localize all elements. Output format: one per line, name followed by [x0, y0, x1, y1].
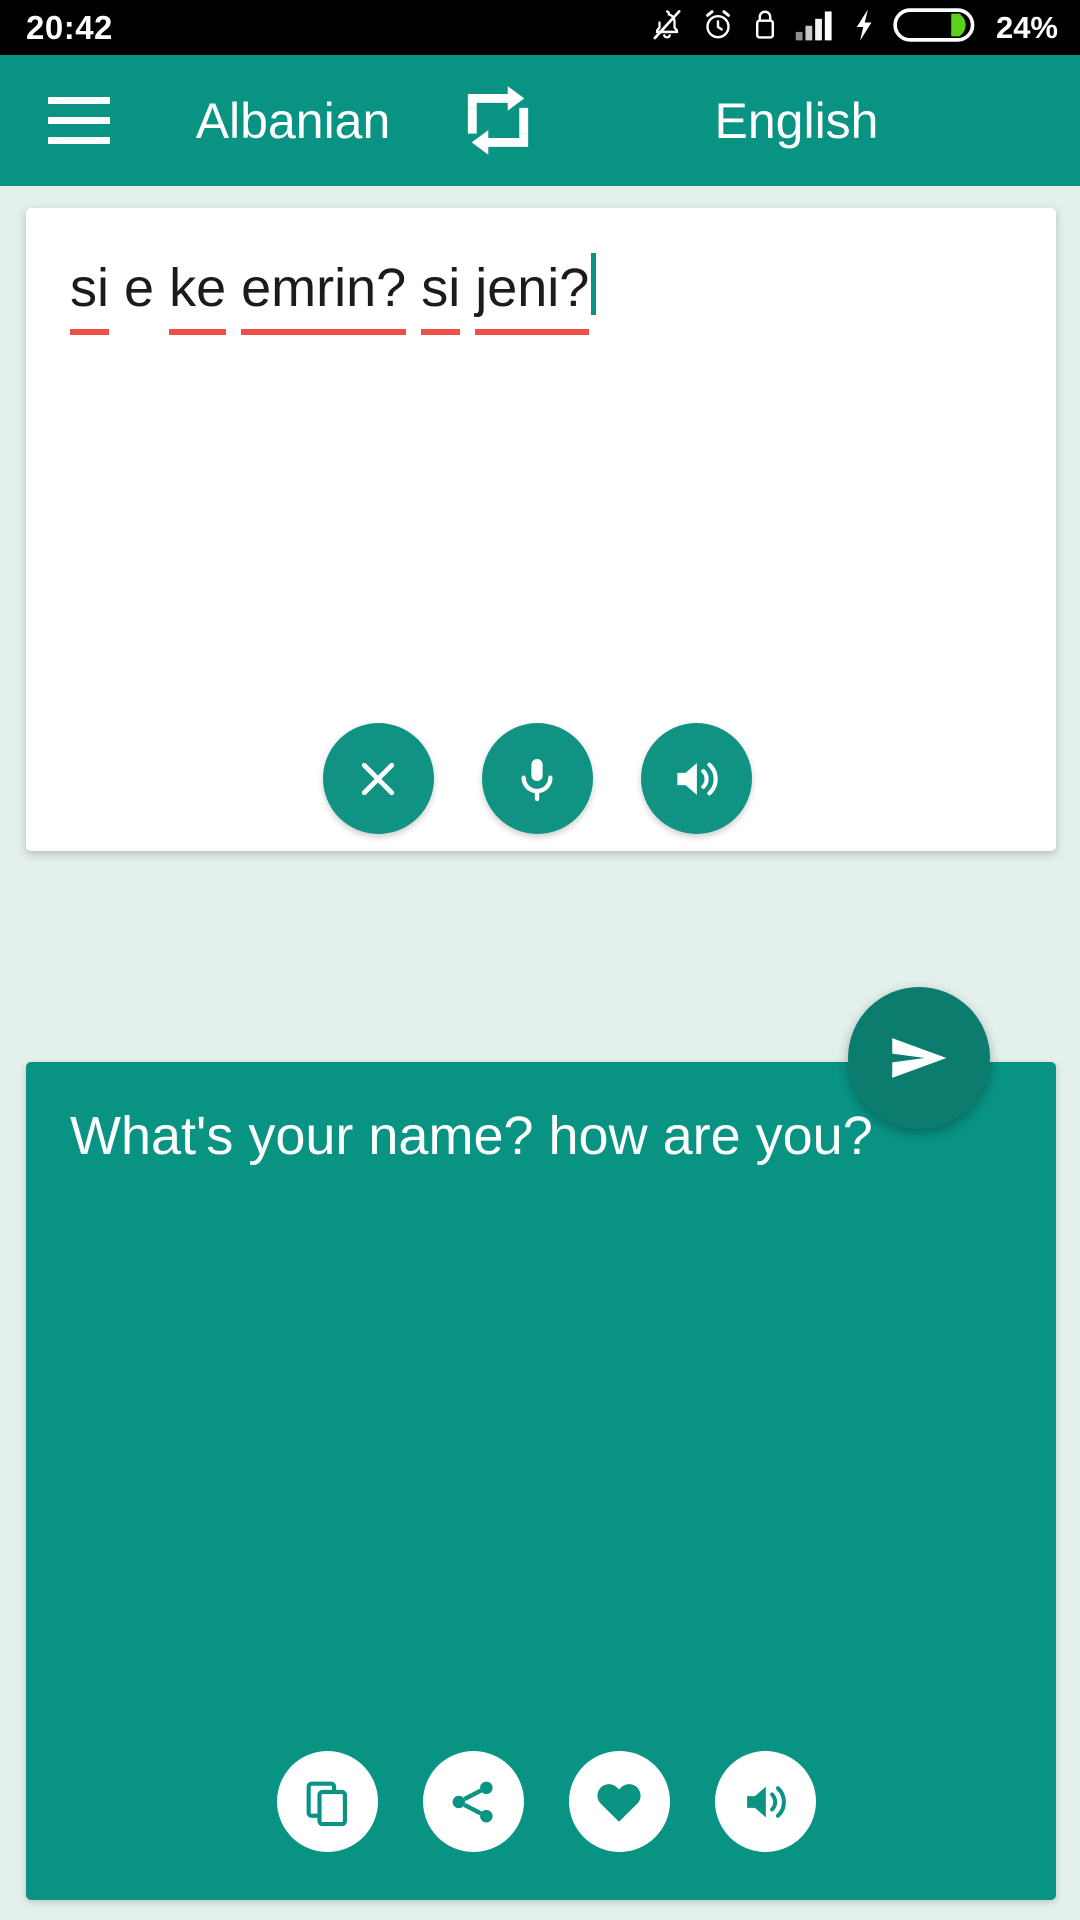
copy-button[interactable] — [276, 1751, 378, 1852]
source-word — [154, 249, 169, 327]
source-action-bar — [26, 723, 1056, 834]
app-bar: Albanian English — [0, 55, 1080, 186]
clear-button[interactable] — [322, 723, 434, 834]
heart-icon — [597, 1783, 641, 1822]
send-icon — [892, 1038, 947, 1078]
misspelled-word: si — [421, 249, 461, 335]
alarm-clock-icon — [701, 6, 735, 49]
source-text: si e ke emrin? si jeni? — [70, 244, 597, 335]
status-bar: 20:42 24% — [0, 0, 1080, 55]
speaker-icon — [747, 1785, 786, 1818]
target-language-selector[interactable]: English — [553, 92, 1080, 150]
status-icons: 24% — [650, 5, 1058, 50]
notifications-off-icon — [650, 6, 684, 49]
copy-icon — [306, 1781, 347, 1826]
swap-languages-icon[interactable] — [443, 81, 553, 161]
speak-target-button[interactable] — [714, 1751, 816, 1852]
target-language-label: English — [714, 92, 879, 149]
share-icon — [452, 1781, 493, 1822]
share-button[interactable] — [422, 1751, 524, 1852]
misspelled-word: si — [70, 249, 109, 335]
source-word — [226, 249, 241, 327]
source-input[interactable]: si e ke emrin? si jeni? — [70, 244, 1012, 335]
voice-input-button[interactable] — [481, 723, 593, 834]
battery-icon — [893, 5, 975, 50]
misspelled-word: jeni? — [475, 249, 590, 335]
source-word — [109, 249, 124, 327]
signal-bars-icon — [795, 6, 835, 49]
charging-bolt-icon — [852, 6, 876, 49]
source-word: e — [124, 258, 155, 318]
source-word — [460, 249, 475, 327]
microphone-icon — [521, 758, 553, 801]
close-icon — [361, 762, 395, 795]
target-action-bar — [26, 1751, 1056, 1852]
battery-percent: 24% — [995, 9, 1058, 45]
speaker-icon — [677, 762, 718, 795]
source-language-label: Albanian — [195, 92, 391, 149]
screen-lock-icon — [752, 6, 778, 49]
status-time: 20:42 — [26, 8, 113, 46]
source-text-card[interactable]: si e ke emrin? si jeni? — [26, 208, 1056, 851]
speak-source-button[interactable] — [640, 723, 752, 834]
source-word — [406, 249, 421, 327]
text-caret — [591, 253, 597, 315]
misspelled-word: ke — [169, 249, 227, 335]
favorite-button[interactable] — [568, 1751, 670, 1852]
send-button[interactable] — [848, 987, 990, 1129]
translation-result-card[interactable]: What's your name? how are you? — [26, 1062, 1056, 1900]
hamburger-menu-icon[interactable] — [48, 97, 143, 144]
misspelled-word: emrin? — [241, 249, 407, 335]
source-language-selector[interactable]: Albanian — [143, 92, 443, 150]
